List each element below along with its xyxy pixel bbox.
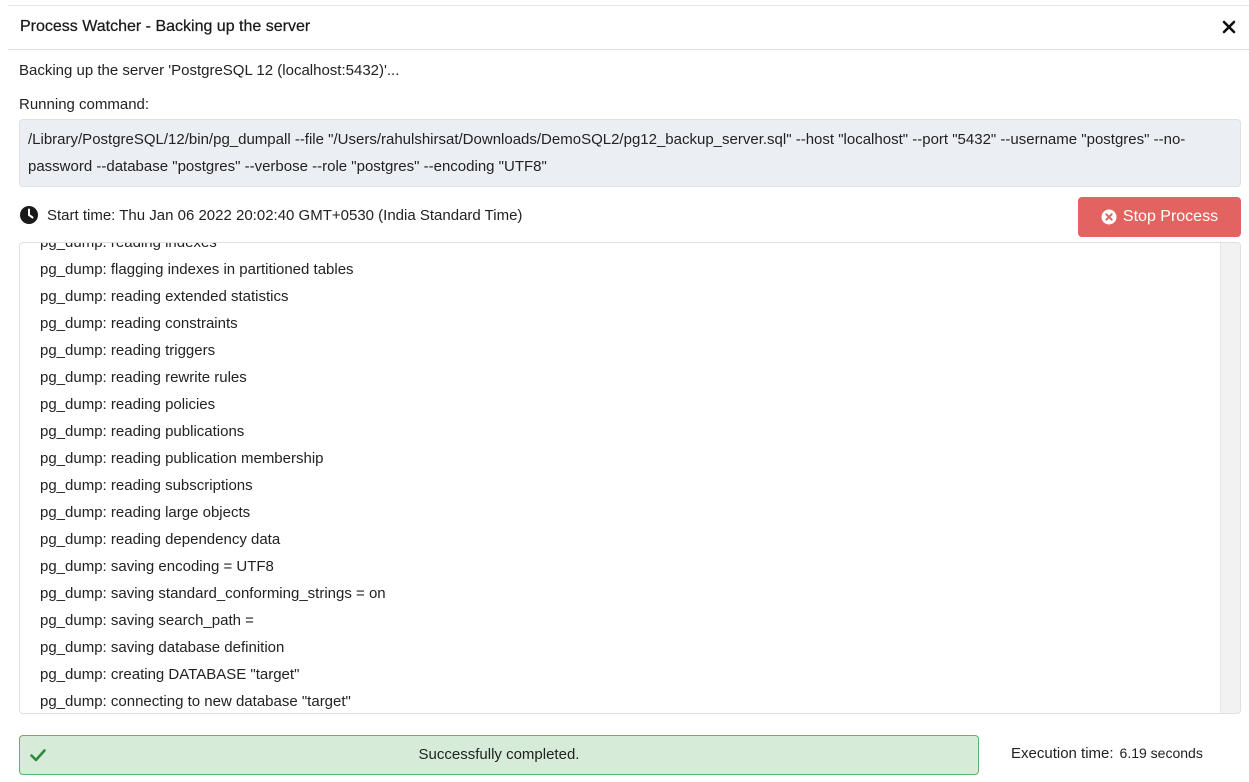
log-line: pg_dump: saving database definition — [40, 639, 285, 656]
log-output-panel[interactable]: pg_dump: reading indexes pg_dump: flaggi… — [19, 242, 1241, 714]
log-line: pg_dump: reading constraints — [40, 315, 238, 332]
log-line: pg_dump: reading publication membership — [40, 450, 324, 467]
stop-process-button[interactable]: Stop Process — [1078, 197, 1241, 237]
log-line: pg_dump: reading rewrite rules — [40, 369, 247, 386]
stop-process-label: Stop Process — [1122, 208, 1219, 225]
running-command-label: Running command: — [19, 96, 150, 113]
process-watcher-dialog: Process Watcher - Backing up the server … — [0, 0, 1249, 782]
log-scrollbar[interactable] — [1220, 243, 1240, 713]
log-line: pg_dump: reading extended statistics — [40, 288, 289, 305]
log-line: pg_dump: saving search_path = — [40, 612, 254, 629]
log-line: pg_dump: creating DATABASE "target" — [40, 666, 300, 683]
log-lines: pg_dump: reading indexes pg_dump: flaggi… — [40, 242, 386, 713]
execution-time: Execution time: 6.19 seconds — [1011, 745, 1203, 762]
status-text: Successfully completed. — [418, 746, 580, 763]
log-line: pg_dump: reading triggers — [40, 342, 216, 359]
log-line: pg_dump: reading publications — [40, 423, 245, 440]
log-line: pg_dump: reading dependency data — [40, 531, 281, 548]
status-bar: Successfully completed. — [19, 735, 979, 775]
execution-time-label: Execution time: — [1011, 745, 1114, 762]
command-text: /Library/PostgreSQL/12/bin/pg_dumpall --… — [19, 119, 1241, 187]
close-icon — [1222, 20, 1236, 34]
log-line: pg_dump: reading indexes — [40, 242, 217, 251]
execution-time-value: 6.19 seconds — [1119, 745, 1203, 761]
start-time-text: Start time: Thu Jan 06 2022 20:02:40 GMT… — [47, 206, 523, 224]
backup-message: Backing up the server 'PostgreSQL 12 (lo… — [19, 62, 400, 79]
log-line: pg_dump: saving standard_conforming_stri… — [40, 585, 386, 602]
clock-icon — [19, 205, 39, 225]
log-line: pg_dump: flagging indexes in partitioned… — [40, 261, 354, 278]
dialog-title-bar: Process Watcher - Backing up the server — [8, 5, 1249, 50]
close-button[interactable] — [1219, 17, 1239, 37]
log-line: pg_dump: reading policies — [40, 396, 216, 413]
log-line: pg_dump: reading large objects — [40, 504, 251, 521]
log-line: pg_dump: connecting to new database "tar… — [40, 693, 351, 710]
dialog-title: Process Watcher - Backing up the server — [20, 18, 311, 35]
times-circle-icon — [1101, 209, 1117, 225]
log-line: pg_dump: reading subscriptions — [40, 477, 253, 494]
log-line: pg_dump: saving encoding = UTF8 — [40, 558, 274, 575]
start-time-row: Start time: Thu Jan 06 2022 20:02:40 GMT… — [19, 203, 522, 227]
